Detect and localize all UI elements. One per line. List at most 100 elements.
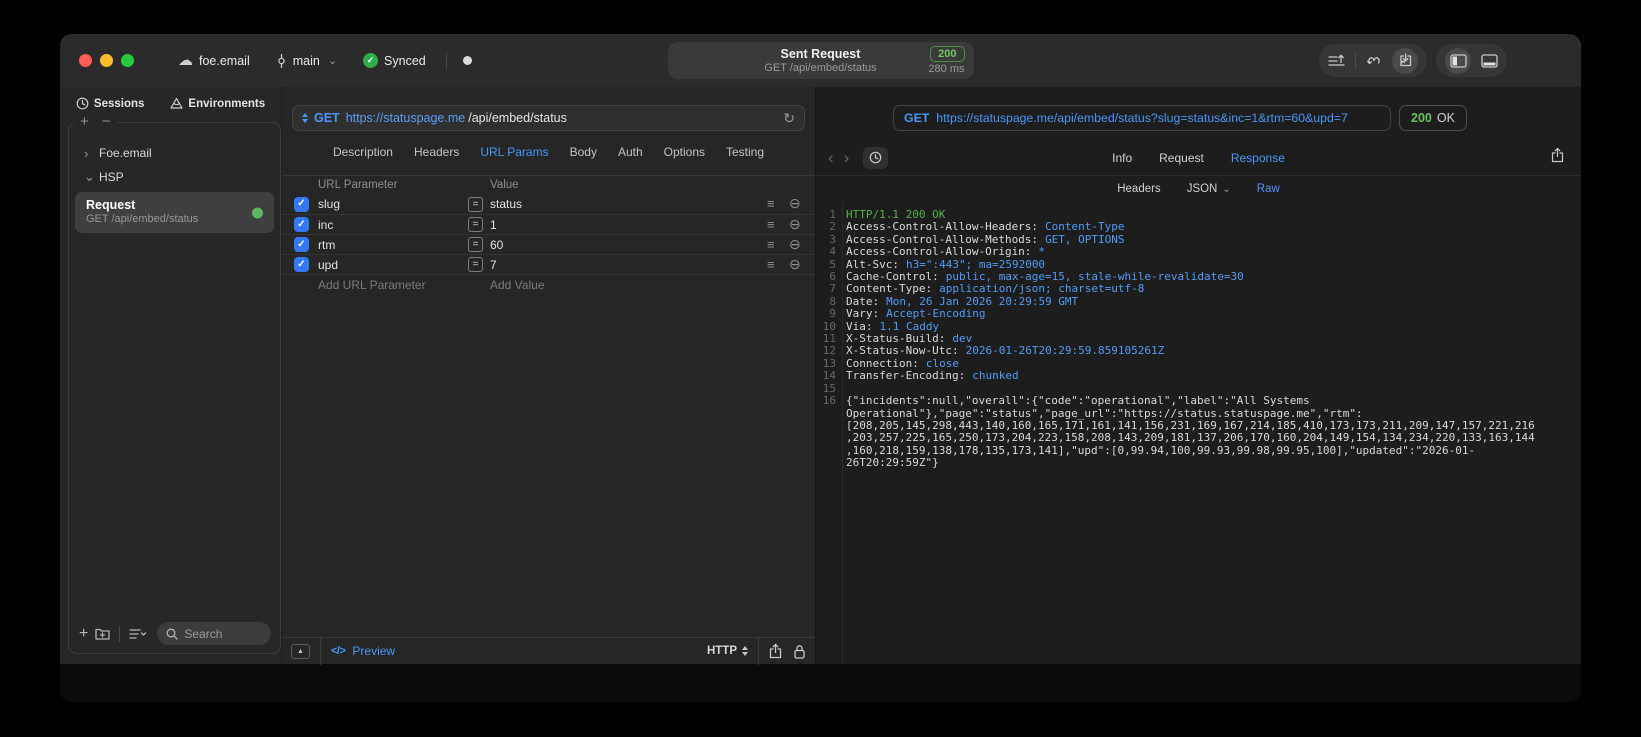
param-row[interactable]: ✓ inc = 1 ≡ ⊖ — [282, 214, 815, 234]
header-value: GET, OPTIONS — [1045, 232, 1125, 246]
response-panel: GET https://statuspage.me/api/embed/stat… — [815, 87, 1581, 664]
protocol-select[interactable]: HTTP — [707, 645, 748, 657]
search-icon — [166, 628, 178, 640]
collapse-panel-icon[interactable]: ▲ — [291, 643, 310, 659]
tab-options[interactable]: Options — [664, 145, 705, 159]
clock-icon — [76, 97, 89, 110]
share-response-icon[interactable] — [1551, 147, 1564, 168]
remove-session-button[interactable]: − — [102, 114, 111, 130]
url-host[interactable]: https://statuspage.me — [346, 111, 466, 125]
subtab-raw[interactable]: Raw — [1257, 183, 1280, 195]
row-drag-handle-icon[interactable]: ≡ — [767, 196, 775, 211]
editor-footer: ▲ </> Preview HTTP — [282, 637, 815, 665]
preview-button[interactable]: </> Preview — [331, 644, 395, 658]
window-footer — [60, 664, 1581, 702]
param-name-field[interactable]: slug — [318, 197, 468, 211]
remove-row-icon[interactable]: ⊖ — [789, 195, 801, 211]
subtab-json[interactable]: JSON ⌄ — [1187, 183, 1231, 195]
loop-request-icon[interactable] — [1366, 54, 1382, 67]
add-value-label[interactable]: Add Value — [490, 278, 767, 292]
history-forward-icon[interactable]: › — [844, 148, 850, 168]
line-number: 16 — [822, 394, 836, 408]
reload-icon[interactable]: ↻ — [783, 110, 795, 127]
param-enabled-checkbox[interactable]: ✓ — [294, 257, 309, 272]
raw-response-view[interactable]: 1 HTTP/1.1 200 OK 2 Access-Control-Allow… — [816, 202, 1581, 664]
toggle-bottom-panel-icon[interactable] — [1481, 53, 1498, 68]
param-value-field[interactable]: 60 — [490, 238, 767, 252]
close-window-button[interactable] — [79, 54, 92, 67]
tab-response[interactable]: Response — [1231, 151, 1285, 165]
tab-info[interactable]: Info — [1112, 151, 1132, 165]
tree-group-foe-email[interactable]: › Foe.email — [69, 141, 280, 165]
minimize-window-button[interactable] — [100, 54, 113, 67]
search-input[interactable]: Search — [157, 622, 271, 645]
header-value: public, max-age=15, stale-while-revalida… — [945, 270, 1244, 284]
tab-testing[interactable]: Testing — [726, 145, 764, 159]
branch-switcher[interactable]: main ⌄ — [276, 53, 337, 68]
export-request-icon[interactable] — [1328, 54, 1345, 68]
param-name-field[interactable]: rtm — [318, 238, 468, 252]
method-label[interactable]: GET — [314, 111, 340, 125]
add-param-label[interactable]: Add URL Parameter — [318, 278, 468, 292]
param-row[interactable]: ✓ rtm = 60 ≡ ⊖ — [282, 234, 815, 254]
tab-request[interactable]: Request — [1159, 151, 1204, 165]
header-name: Alt-Svc: — [846, 257, 899, 271]
header-name: Transfer-Encoding: — [846, 369, 966, 383]
sync-status[interactable]: ✓ Synced — [363, 53, 426, 68]
zoom-window-button[interactable] — [121, 54, 134, 67]
method-stepper-icon[interactable] — [302, 113, 308, 123]
tab-auth[interactable]: Auth — [618, 145, 643, 159]
tab-description[interactable]: Description — [333, 145, 393, 159]
toggle-sidebar-icon[interactable] — [1445, 47, 1471, 74]
request-url-bar[interactable]: GET https://statuspage.me/api/embed/stat… — [292, 105, 805, 131]
param-row[interactable]: ✓ slug = status ≡ ⊖ — [282, 194, 815, 214]
tab-sessions[interactable]: Sessions — [76, 97, 144, 110]
share-icon[interactable] — [769, 643, 782, 659]
line-number: 7 — [829, 282, 836, 296]
response-line: 14 Transfer-Encoding: chunked — [820, 369, 1569, 383]
row-drag-handle-icon[interactable]: ≡ — [767, 217, 775, 232]
url-path[interactable]: /api/embed/status — [468, 111, 567, 125]
header-name: X-Status-Now-Utc: — [846, 344, 959, 358]
tab-environments[interactable]: Environments — [170, 97, 265, 110]
param-enabled-checkbox[interactable]: ✓ — [294, 237, 309, 252]
project-switcher[interactable]: ☁ foe.email — [178, 53, 250, 68]
param-row[interactable]: ✓ upd = 7 ≡ ⊖ — [282, 254, 815, 274]
header-value: 1.1 Caddy — [879, 319, 940, 333]
new-request-button[interactable]: + — [79, 625, 88, 641]
add-param-row[interactable]: Add URL Parameter Add Value — [282, 274, 815, 294]
response-url-bar[interactable]: GET https://statuspage.me/api/embed/stat… — [893, 105, 1391, 131]
param-value-field[interactable]: status — [490, 197, 767, 211]
tab-headers[interactable]: Headers — [414, 145, 459, 159]
resend-to-editor-icon[interactable] — [1392, 47, 1418, 74]
layout-toggle-group — [1436, 44, 1507, 77]
remove-row-icon[interactable]: ⊖ — [789, 236, 801, 252]
tree-group-hsp[interactable]: ⌄ HSP — [69, 165, 280, 189]
tab-body[interactable]: Body — [570, 145, 597, 159]
param-rows: ✓ slug = status ≡ ⊖ ✓ inc = 1 ≡ ⊖ ✓ rtm … — [282, 194, 815, 274]
subtab-headers[interactable]: Headers — [1117, 183, 1160, 195]
chevron-down-icon: ⌄ — [84, 169, 95, 184]
response-url: https://statuspage.me/api/embed/status?s… — [936, 111, 1348, 125]
sort-list-icon[interactable] — [129, 628, 147, 640]
param-name-field[interactable]: inc — [318, 218, 468, 232]
row-drag-handle-icon[interactable]: ≡ — [767, 257, 775, 272]
new-folder-icon[interactable] — [95, 627, 110, 640]
tab-url-params[interactable]: URL Params — [480, 145, 548, 159]
history-back-icon[interactable]: ‹ — [828, 148, 834, 168]
remove-row-icon[interactable]: ⊖ — [789, 256, 801, 272]
request-list-item-selected[interactable]: Request GET /api/embed/status — [75, 192, 274, 233]
param-enabled-checkbox[interactable]: ✓ — [294, 196, 309, 212]
sent-request-summary[interactable]: Sent Request GET /api/embed/status 200 2… — [667, 42, 974, 79]
remove-row-icon[interactable]: ⊖ — [789, 216, 801, 232]
code-icon: </> — [331, 645, 346, 657]
history-button[interactable] — [863, 146, 888, 169]
add-session-button[interactable]: + — [80, 114, 89, 130]
lock-icon[interactable] — [793, 644, 806, 659]
row-drag-handle-icon[interactable]: ≡ — [767, 237, 775, 252]
param-value-field[interactable]: 7 — [490, 258, 767, 272]
param-value-field[interactable]: 1 — [490, 218, 767, 232]
json-body: {"incidents":null,"overall":{"code":"ope… — [846, 394, 1535, 470]
param-name-field[interactable]: upd — [318, 258, 468, 272]
param-enabled-checkbox[interactable]: ✓ — [294, 217, 309, 232]
